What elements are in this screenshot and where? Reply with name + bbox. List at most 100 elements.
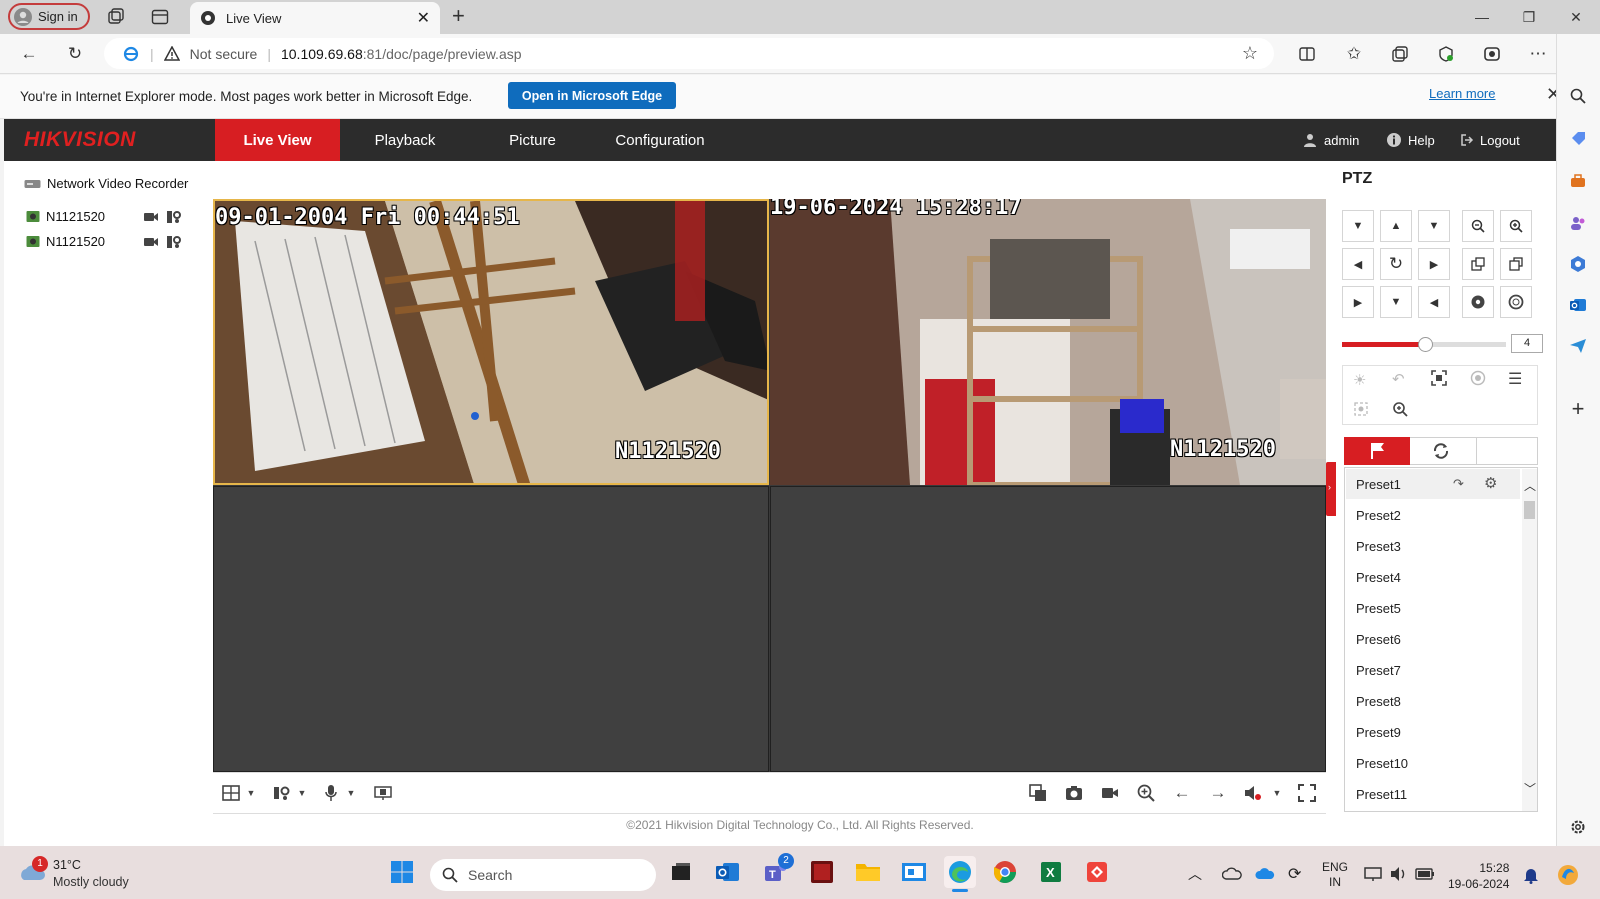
learn-more-link[interactable]: Learn more: [1429, 86, 1495, 101]
sidebar-search-icon[interactable]: [1567, 85, 1589, 107]
focus-near-icon[interactable]: [1462, 248, 1494, 280]
scroll-up-icon[interactable]: ︿: [1524, 477, 1536, 494]
ptz-left-button[interactable]: ◀: [1342, 248, 1374, 280]
ptz-speed-knob[interactable]: [1418, 337, 1433, 352]
nav-picture[interactable]: Picture: [475, 119, 590, 161]
channel-item[interactable]: N1121520: [26, 234, 105, 249]
sidebar-send-icon[interactable]: [1567, 335, 1589, 357]
windows-start-icon[interactable]: [386, 856, 418, 888]
record-icon[interactable]: [143, 211, 159, 223]
video-pane-empty[interactable]: [770, 486, 1326, 772]
wiper-icon[interactable]: ↶: [1392, 370, 1405, 388]
menu-icon[interactable]: ☰: [1508, 369, 1522, 389]
volume-muted-icon[interactable]: [1240, 780, 1266, 806]
edge-app-icon[interactable]: [944, 856, 976, 888]
ptz-channel-icon[interactable]: [166, 235, 182, 249]
call-preset-icon[interactable]: ↷: [1453, 476, 1464, 492]
outlook-app-icon[interactable]: [712, 856, 744, 888]
preset-item[interactable]: Preset5: [1346, 593, 1520, 623]
preset-item[interactable]: Preset10: [1346, 748, 1520, 778]
zoom-out-icon[interactable]: [1462, 210, 1494, 242]
file-explorer-icon[interactable]: [852, 856, 884, 888]
browser-essentials-icon[interactable]: [1432, 40, 1460, 68]
help-link[interactable]: Help: [1386, 119, 1435, 161]
stop-all-live-icon[interactable]: [1025, 780, 1051, 806]
preset-scrollbar[interactable]: [1522, 469, 1537, 811]
record-icon[interactable]: [143, 236, 159, 248]
manual-tracking-icon[interactable]: [1353, 401, 1369, 417]
volume-dropdown-icon[interactable]: ▼: [1264, 780, 1290, 806]
sidebar-tools-icon[interactable]: [1567, 170, 1589, 192]
anydesk-app-icon[interactable]: [1081, 856, 1113, 888]
scroll-down-icon[interactable]: ﹀: [1524, 780, 1536, 797]
ptz-down-left-button[interactable]: ▶: [1342, 286, 1374, 318]
ptz-right-button[interactable]: ▶: [1418, 248, 1450, 280]
close-window-icon[interactable]: ✕: [1564, 6, 1588, 28]
preset-item[interactable]: Preset7: [1346, 655, 1520, 685]
capture-icon[interactable]: [1061, 780, 1087, 806]
language-indicator[interactable]: ENG IN: [1322, 860, 1348, 890]
ptz-channel-icon[interactable]: [166, 210, 182, 224]
device-tree-root[interactable]: Network Video Recorder: [24, 176, 188, 191]
tab-live-view[interactable]: Live View ✕: [190, 2, 440, 34]
excel-app-icon[interactable]: X: [1035, 856, 1067, 888]
address-bar[interactable]: | Not secure | 10.109.69.68:81/doc/page/…: [104, 38, 1274, 69]
ptz-up-right-button[interactable]: ▼: [1418, 210, 1450, 242]
scrollbar-thumb[interactable]: [1524, 501, 1535, 519]
clock[interactable]: 15:28 19-06-2024: [1448, 860, 1509, 892]
preset-item[interactable]: Preset11: [1346, 779, 1520, 809]
onedrive-icon[interactable]: [1222, 866, 1242, 880]
stream-type-icon[interactable]: [370, 780, 396, 806]
task-view-icon[interactable]: [665, 856, 697, 888]
channel-item[interactable]: N1121520: [26, 209, 105, 224]
copilot-taskbar-icon[interactable]: [1556, 863, 1580, 887]
back-icon[interactable]: ←: [15, 40, 43, 68]
network-icon[interactable]: [1364, 866, 1382, 882]
tab-actions-icon[interactable]: [150, 7, 170, 27]
minimize-icon[interactable]: —: [1470, 6, 1494, 28]
live-dropdown-icon[interactable]: ▼: [289, 780, 315, 806]
3d-positioning-icon[interactable]: [1431, 370, 1447, 386]
sidebar-shopping-icon[interactable]: [1567, 128, 1589, 150]
zoom-in-icon[interactable]: [1500, 210, 1532, 242]
iris-close-icon[interactable]: [1500, 286, 1532, 318]
tab-preset[interactable]: [1344, 437, 1410, 465]
favorites-icon[interactable]: ✩: [1340, 40, 1368, 68]
preset-item[interactable]: Preset3: [1346, 531, 1520, 561]
preset-item[interactable]: Preset4: [1346, 562, 1520, 592]
sidebar-outlook-icon[interactable]: [1567, 294, 1589, 316]
next-page-icon[interactable]: →: [1205, 780, 1231, 806]
iris-open-icon[interactable]: [1462, 286, 1494, 318]
audio-dropdown-icon[interactable]: ▼: [338, 780, 364, 806]
new-tab-icon[interactable]: +: [452, 3, 465, 29]
ptz-down-button[interactable]: ▼: [1380, 286, 1412, 318]
split-screen-icon[interactable]: [1293, 40, 1321, 68]
lens-init-icon[interactable]: [1470, 370, 1486, 386]
restore-icon[interactable]: ❐: [1517, 6, 1541, 28]
video-pane-camera-2[interactable]: 19-06-2024 15:28:17 N1121520: [770, 199, 1326, 485]
logout-link[interactable]: Logout: [1460, 119, 1520, 161]
profile-signin-button[interactable]: Sign in: [8, 3, 90, 30]
digital-zoom-icon[interactable]: [1133, 780, 1159, 806]
collections-icon[interactable]: [1386, 40, 1414, 68]
video-pane-camera-1[interactable]: 09-01-2004 Fri 00:44:51 N1121520: [213, 199, 769, 485]
sidebar-office-icon[interactable]: [1567, 253, 1589, 275]
preset-item[interactable]: Preset6: [1346, 624, 1520, 654]
sync-icon[interactable]: ⟳: [1288, 864, 1301, 884]
nav-configuration[interactable]: Configuration: [600, 119, 720, 161]
preset-item[interactable]: Preset9: [1346, 717, 1520, 747]
notification-bell-icon[interactable]: [1523, 866, 1539, 884]
battery-icon[interactable]: [1415, 867, 1435, 881]
tab-patrol[interactable]: [1432, 442, 1450, 460]
user-menu[interactable]: admin: [1302, 119, 1359, 161]
workspaces-icon[interactable]: [106, 7, 126, 27]
open-in-edge-button[interactable]: Open in Microsoft Edge: [508, 82, 676, 109]
taskbar-search-box[interactable]: Search: [430, 859, 656, 891]
ptz-down-right-button[interactable]: ◀: [1418, 286, 1450, 318]
nav-live-view[interactable]: Live View: [215, 119, 340, 161]
preset-item[interactable]: Preset8: [1346, 686, 1520, 716]
collapse-panel-handle[interactable]: ›: [1326, 462, 1336, 516]
light-icon[interactable]: ☀: [1353, 371, 1366, 389]
refresh-icon[interactable]: ↻: [61, 40, 89, 68]
fullscreen-icon[interactable]: [1294, 780, 1320, 806]
